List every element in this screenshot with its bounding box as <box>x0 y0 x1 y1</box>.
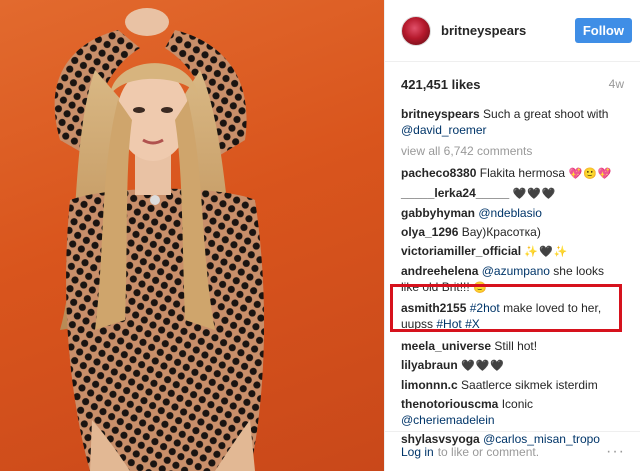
instagram-post: britneyspears Follow 421,451 likes 4w br… <box>0 0 640 471</box>
comment-username[interactable]: olya_1296 <box>401 225 458 239</box>
comment-text: Iconic <box>501 397 534 411</box>
photo-illustration <box>54 8 265 471</box>
post-photo[interactable] <box>0 0 384 471</box>
comment-item: victoriamiller_official ✨🖤✨ <box>401 243 624 260</box>
login-link[interactable]: Log in <box>401 445 434 459</box>
comments-list: britneyspears Such a great shoot with @d… <box>385 106 640 447</box>
comment-username[interactable]: victoriamiller_official <box>401 244 521 258</box>
comment-text: Saatlerce sikmek isterdim <box>461 378 598 392</box>
more-options-icon[interactable]: ··· <box>606 443 625 461</box>
follow-button[interactable]: Follow <box>574 18 632 43</box>
hashtag-link[interactable]: #2hot <box>470 301 500 315</box>
comment-mention[interactable]: @cheriemadelein <box>401 413 495 427</box>
comment-mention[interactable]: @azumpano <box>482 264 550 278</box>
comment-username[interactable]: limonnn.c <box>401 378 458 392</box>
comment-username[interactable]: _____lerka24_____ <box>401 186 509 200</box>
comment-text: Вау)Красотка) <box>461 225 541 239</box>
likes-count[interactable]: 421,451 likes <box>401 77 481 92</box>
comment-username[interactable]: thenotoriouscma <box>401 397 498 411</box>
caption: britneyspears Such a great shoot with @d… <box>401 106 624 138</box>
comment-username[interactable]: lilyabraun <box>401 358 458 372</box>
login-prompt-text: to like or comment. <box>437 444 540 459</box>
black-hearts-icon: 🖤🖤🖤 <box>461 359 506 372</box>
comment-username[interactable]: pacheco8380 <box>401 166 476 180</box>
avatar[interactable] <box>401 15 431 46</box>
hashtag-link[interactable]: #X <box>465 317 480 331</box>
smile-icon: 🙂 <box>473 281 488 294</box>
post-footer: Log in to like or comment. ··· <box>385 431 640 471</box>
likes-row: 421,451 likes 4w <box>385 62 640 106</box>
comment-username[interactable]: gabbyhyman <box>401 206 475 220</box>
black-hearts-icon: 🖤🖤🖤 <box>512 187 557 200</box>
comment-item: andreehelena @azumpano she looks like ol… <box>401 263 624 296</box>
caption-text: Such a great shoot with <box>483 107 609 121</box>
comment-username[interactable]: asmith2155 <box>401 301 466 315</box>
post-header: britneyspears Follow <box>385 0 640 62</box>
caption-mention[interactable]: @david_roemer <box>401 123 487 137</box>
post-age[interactable]: 4w <box>609 77 624 91</box>
comment-item: meela_universe Still hot! <box>401 338 624 354</box>
comment-username[interactable]: meela_universe <box>401 339 491 353</box>
comment-text: Flakita hermosa <box>479 166 566 180</box>
comment-username[interactable]: andreehelena <box>401 264 478 278</box>
post-side-panel: britneyspears Follow 421,451 likes 4w br… <box>384 0 640 471</box>
emoji-hearts-icon: 💖🙂💖 <box>568 167 613 180</box>
comment-mention[interactable]: @ndeblasio <box>478 206 542 220</box>
comment-item: limonnn.c Saatlerce sikmek isterdim <box>401 377 624 393</box>
comment-item: olya_1296 Вау)Красотка) <box>401 224 624 240</box>
highlighted-comment: asmith2155 #2hot make loved to her, uups… <box>401 300 624 332</box>
hashtag-link[interactable]: #Hot <box>436 317 461 331</box>
view-all-comments-link[interactable]: view all 6,742 comments <box>401 143 624 159</box>
comment-item: pacheco8380 Flakita hermosa 💖🙂💖 <box>401 165 624 182</box>
comment-text: Still hot! <box>494 339 538 353</box>
header-username[interactable]: britneyspears <box>441 23 526 38</box>
comment-item: _____lerka24_____ 🖤🖤🖤 <box>401 185 624 202</box>
caption-username[interactable]: britneyspears <box>401 107 480 121</box>
comment-item: thenotoriouscma Iconic @cheriemadelein <box>401 396 624 428</box>
sparkle-heart-icon: ✨🖤✨ <box>524 245 569 258</box>
comment-item: gabbyhyman @ndeblasio <box>401 205 624 221</box>
comment-item: lilyabraun 🖤🖤🖤 <box>401 357 624 374</box>
